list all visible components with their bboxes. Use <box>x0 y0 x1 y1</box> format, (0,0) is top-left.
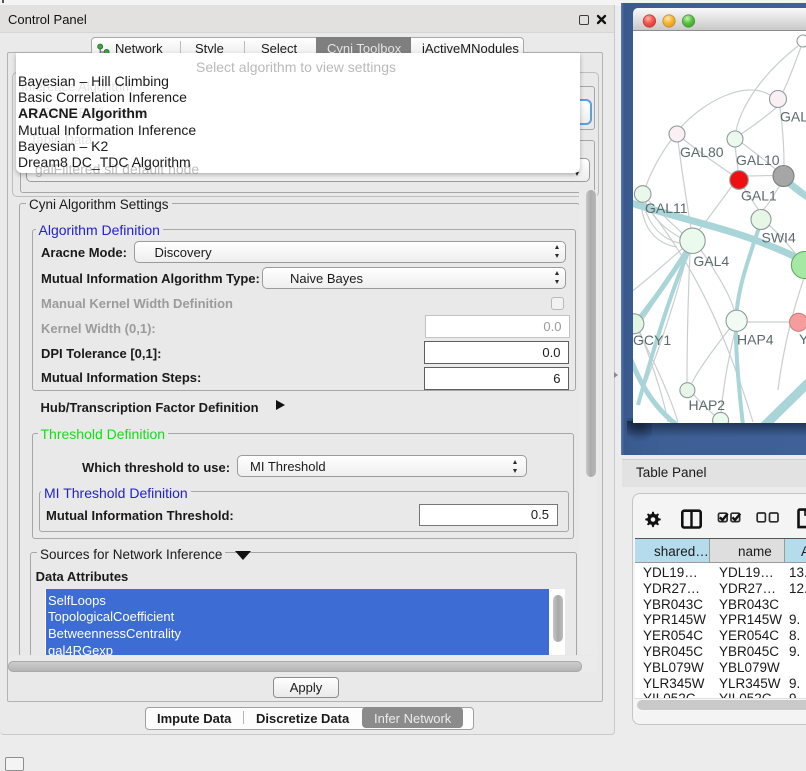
svg-text:HAP4: HAP4 <box>737 331 774 347</box>
svg-text:GAL80: GAL80 <box>680 144 724 160</box>
svg-text:HAP2: HAP2 <box>689 397 726 413</box>
svg-text:Y: Y <box>799 331 806 347</box>
svg-text:GAL1: GAL1 <box>741 188 777 204</box>
svg-text:SWI4: SWI4 <box>762 229 796 245</box>
svg-text:GAL10: GAL10 <box>736 152 780 168</box>
svg-text:GAL11: GAL11 <box>645 200 688 216</box>
svg-text:GAL4: GAL4 <box>693 253 729 269</box>
svg-text:GAL2: GAL2 <box>780 109 806 125</box>
svg-text:GCY1: GCY1 <box>633 332 671 348</box>
